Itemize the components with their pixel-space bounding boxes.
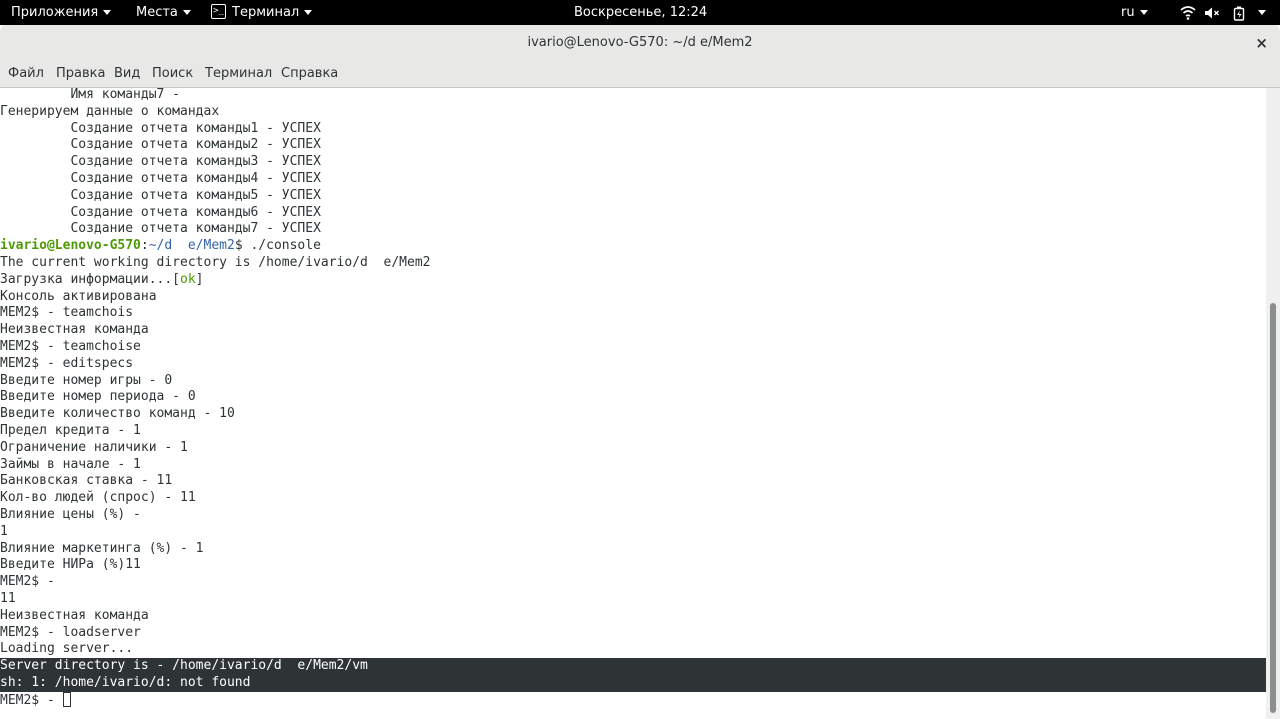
battery-icon[interactable] (1233, 6, 1246, 21)
terminal-line: Создание отчета команды2 - УСПЕХ (0, 137, 321, 153)
terminal-line: Предел кредита - 1 (0, 422, 141, 438)
current-prompt: MEM2$ - (0, 692, 63, 708)
keyboard-layout-indicator[interactable]: ru (1121, 0, 1148, 25)
prompt-user-host: ivario@Lenovo-G570 (0, 238, 141, 254)
terminal-line: MEM2$ - teamchois (0, 305, 134, 321)
terminal-line: Создание отчета команды1 - УСПЕХ (0, 120, 321, 136)
terminal-line: Банковская ставка - 11 (0, 473, 173, 489)
terminal-line: Создание отчета команды4 - УСПЕХ (0, 170, 321, 186)
ok-status: ok (180, 271, 196, 287)
chevron-down-icon (182, 10, 191, 15)
terminal-line: Влияние маркетинга (%) - 1 (0, 540, 204, 556)
system-menu-chevron-icon[interactable] (1258, 10, 1266, 15)
loading-text: Загрузка информации...[ (0, 271, 181, 287)
vertical-scrollbar[interactable] (1266, 88, 1280, 719)
selected-terminal-line[interactable]: Server directory is - /home/ivario/d e/M… (0, 658, 1266, 675)
terminal-line: MEM2$ - loadserver (0, 624, 141, 640)
menu-edit[interactable]: Правка (56, 61, 105, 87)
terminal-line: Loading server... (0, 641, 134, 657)
text-cursor (62, 691, 71, 707)
prompt-separator: : (140, 238, 149, 254)
menu-search[interactable]: Поиск (152, 61, 193, 87)
terminal-line: 11 (0, 590, 16, 606)
terminal-line: Генерируем данные о командах (0, 103, 220, 119)
prompt-path: ~/d e/Mem2 (148, 238, 235, 254)
chevron-down-icon (304, 10, 313, 15)
terminal-line: Создание отчета команды3 - УСПЕХ (0, 154, 321, 170)
terminal-line: Введите номер игры - 0 (0, 372, 173, 388)
terminal-app-menu[interactable]: >_ Терминал (211, 0, 313, 25)
terminal-output[interactable]: Имя команды7 - Генерируем данные о коман… (0, 88, 1266, 719)
terminal-app-label: Терминал (232, 5, 300, 20)
terminal-line: Влияние цены (%) - (0, 506, 149, 522)
applications-menu[interactable]: Приложения (11, 0, 112, 25)
chevron-down-icon (103, 10, 112, 15)
window-title: ivario@Lenovo-G570: ~/d e/Mem2 (527, 35, 753, 50)
terminal-line: Имя команды7 - (0, 88, 188, 102)
terminal-line: Создание отчета команды5 - УСПЕХ (0, 187, 321, 203)
terminal-line: Ограничение наличики - 1 (0, 439, 188, 455)
window-titlebar[interactable]: ivario@Lenovo-G570: ~/d e/Mem2 × (0, 25, 1280, 61)
terminal-line: Консоль активирована (0, 288, 157, 304)
terminal-line: Создание отчета команды7 - УСПЕХ (0, 221, 321, 237)
terminal-line: Неизвестная команда (0, 607, 149, 623)
terminal-line: MEM2$ - editspecs (0, 355, 134, 371)
terminal-line: MEM2$ - teamchoise (0, 338, 141, 354)
places-menu-label: Места (136, 5, 178, 20)
prompt-command: $ ./console (234, 238, 321, 254)
keyboard-layout-label: ru (1121, 5, 1135, 20)
menu-help[interactable]: Справка (281, 61, 338, 87)
volume-muted-icon[interactable] (1204, 6, 1221, 20)
terminal-line: Введите НИРа (%)11 (0, 557, 141, 573)
terminal-line: Неизвестная команда (0, 322, 149, 338)
terminal-line: 1 (0, 523, 8, 539)
applications-menu-label: Приложения (11, 5, 99, 20)
loading-line: Загрузка информации...[ok] (0, 272, 1266, 289)
wifi-icon[interactable] (1180, 6, 1196, 20)
scrollbar-thumb[interactable] (1270, 303, 1276, 713)
menu-terminal[interactable]: Терминал (205, 61, 272, 87)
places-menu[interactable]: Места (136, 0, 191, 25)
selected-terminal-line[interactable]: sh: 1: /home/ivario/d: not found (0, 674, 1266, 692)
terminal-line: Кол-во людей (спрос) - 11 (0, 490, 196, 506)
shell-prompt-line: ivario@Lenovo-G570:~/d e/Mem2$ ./console (0, 238, 1266, 255)
terminal-line: Займы в начале - 1 (0, 456, 141, 472)
terminal-line: Введите количество команд - 10 (0, 406, 235, 422)
menu-file[interactable]: Файл (8, 61, 44, 87)
loading-close: ] (195, 271, 204, 287)
menu-view[interactable]: Вид (114, 61, 140, 87)
terminal-icon: >_ (211, 4, 226, 19)
menu-bar: Файл Правка Вид Поиск Терминал Справка (0, 61, 1280, 88)
close-button[interactable]: × (1255, 25, 1268, 61)
terminal-line: The current working directory is /home/i… (0, 254, 431, 270)
top-panel: Приложения Места >_ Терминал Воскресенье,… (0, 0, 1280, 25)
chevron-down-icon (1139, 10, 1148, 15)
clock[interactable]: Воскресенье, 12:24 (574, 0, 707, 25)
terminal-line: Создание отчета команды6 - УСПЕХ (0, 204, 321, 220)
terminal-line: MEM2$ - (0, 574, 63, 590)
current-prompt-line[interactable]: MEM2$ - (0, 691, 1266, 709)
terminal-line: Введите номер периода - 0 (0, 389, 196, 405)
